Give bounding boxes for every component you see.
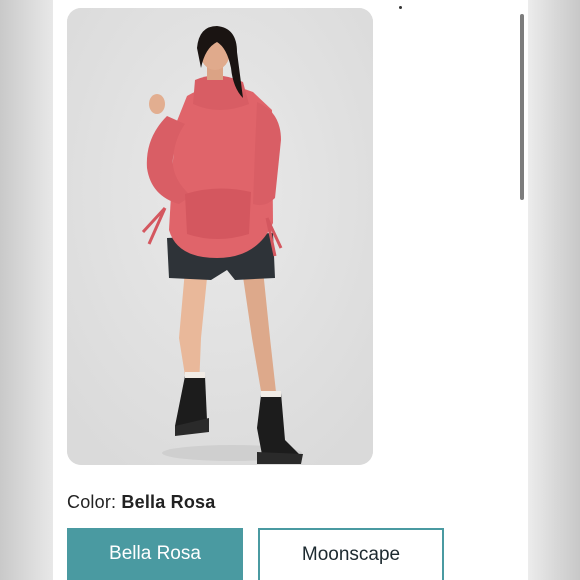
right-backdrop [528,0,580,580]
swatch-moonscape-button[interactable]: Moonscape [258,528,444,580]
scrollbar[interactable] [520,14,524,200]
left-backdrop [0,0,53,580]
color-value: Bella Rosa [121,492,216,512]
swatch-label: Bella Rosa [109,543,201,564]
color-selection-label: Color: Bella Rosa [67,492,215,513]
product-panel: Color: Bella Rosa Bella Rosa Moonscape [53,0,528,580]
swatch-label: Moonscape [301,544,401,565]
product-image[interactable] [67,8,373,465]
model-illustration [67,8,373,465]
color-label: Color: [67,492,117,512]
camera-dot [399,6,402,9]
swatch-bella-rosa-button[interactable]: Bella Rosa [67,528,243,580]
